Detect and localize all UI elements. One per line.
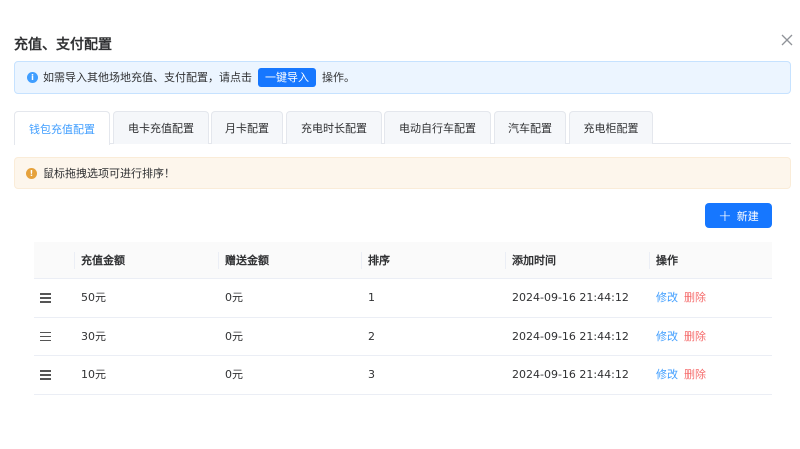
info-alert: i 如需导入其他场地充值、支付配置，请点击 一键导入 操作。 xyxy=(14,61,791,94)
header-bonus-amount: 赠送金额 xyxy=(225,254,269,267)
drag-handle-icon[interactable] xyxy=(40,370,51,380)
table-header: 充值金额 赠送金额 排序 添加时间 操作 xyxy=(34,242,772,279)
config-tabs: 钱包充值配置 电卡充值配置 月卡配置 充电时长配置 电动自行车配置 汽车配置 充… xyxy=(14,111,791,145)
header-recharge-amount: 充值金额 xyxy=(81,254,125,267)
cell-actions: 修改 删除 xyxy=(656,318,706,356)
warning-alert-text: 鼠标拖拽选项可进行排序！ xyxy=(43,167,175,180)
cell-bonus: 0元 xyxy=(225,329,243,343)
tab-ebike[interactable]: 电动自行车配置 xyxy=(384,111,491,144)
cell-time: 2024-09-16 21:44:12 xyxy=(512,329,629,343)
new-button[interactable]: + 新建 xyxy=(705,203,772,228)
cell-amount: 10元 xyxy=(81,368,106,381)
tab-monthly-card[interactable]: 月卡配置 xyxy=(211,111,283,144)
recharge-table: 充值金额 赠送金额 排序 添加时间 操作 50元 0元 1 2024-09-16… xyxy=(34,242,772,395)
header-sort-order: 排序 xyxy=(368,254,390,267)
table-row: 10元 0元 3 2024-09-16 21:44:12 修改 删除 xyxy=(34,356,772,395)
cell-order: 3 xyxy=(368,368,375,381)
tab-charge-duration[interactable]: 充电时长配置 xyxy=(286,111,382,144)
cell-amount: 50元 xyxy=(81,291,106,304)
table-row: 30元 0元 2 2024-09-16 21:44:12 修改 删除 xyxy=(34,318,772,356)
edit-link[interactable]: 修改 xyxy=(656,291,678,304)
cell-actions: 修改 删除 xyxy=(656,279,706,317)
table-row: 50元 0元 1 2024-09-16 21:44:12 修改 删除 xyxy=(34,279,772,318)
cell-bonus: 0元 xyxy=(225,291,243,304)
info-icon: i xyxy=(27,72,38,83)
cell-amount: 30元 xyxy=(81,329,106,343)
tab-car[interactable]: 汽车配置 xyxy=(494,111,566,144)
cell-time: 2024-09-16 21:44:12 xyxy=(512,368,629,381)
info-alert-text: 如需导入其他场地充值、支付配置，请点击 xyxy=(43,70,252,84)
edit-link[interactable]: 修改 xyxy=(656,368,678,381)
cell-actions: 修改 删除 xyxy=(656,356,706,394)
one-click-import-button[interactable]: 一键导入 xyxy=(258,68,316,87)
warning-alert: ! 鼠标拖拽选项可进行排序！ xyxy=(14,157,791,189)
tab-charging-cabinet[interactable]: 充电柜配置 xyxy=(569,111,653,144)
drag-handle-icon[interactable] xyxy=(40,331,51,342)
delete-link[interactable]: 删除 xyxy=(684,330,706,343)
close-icon[interactable] xyxy=(780,33,796,49)
warning-icon: ! xyxy=(26,167,37,179)
edit-link[interactable]: 修改 xyxy=(656,330,678,343)
info-alert-text-after: 操作。 xyxy=(322,70,355,84)
dialog-title: 充值、支付配置 xyxy=(14,37,112,53)
new-button-label: 新建 xyxy=(736,209,759,223)
drag-handle-icon[interactable] xyxy=(40,293,51,303)
tab-wallet-recharge[interactable]: 钱包充值配置 xyxy=(14,111,110,145)
cell-bonus: 0元 xyxy=(225,368,243,381)
plus-icon: + xyxy=(718,205,732,225)
header-actions: 操作 xyxy=(656,254,678,267)
cell-time: 2024-09-16 21:44:12 xyxy=(512,291,629,304)
delete-link[interactable]: 删除 xyxy=(684,368,706,381)
tab-card-recharge[interactable]: 电卡充值配置 xyxy=(113,111,209,144)
header-added-time: 添加时间 xyxy=(512,254,556,267)
delete-link[interactable]: 删除 xyxy=(684,291,706,304)
cell-order: 1 xyxy=(368,291,375,304)
cell-order: 2 xyxy=(368,329,375,343)
